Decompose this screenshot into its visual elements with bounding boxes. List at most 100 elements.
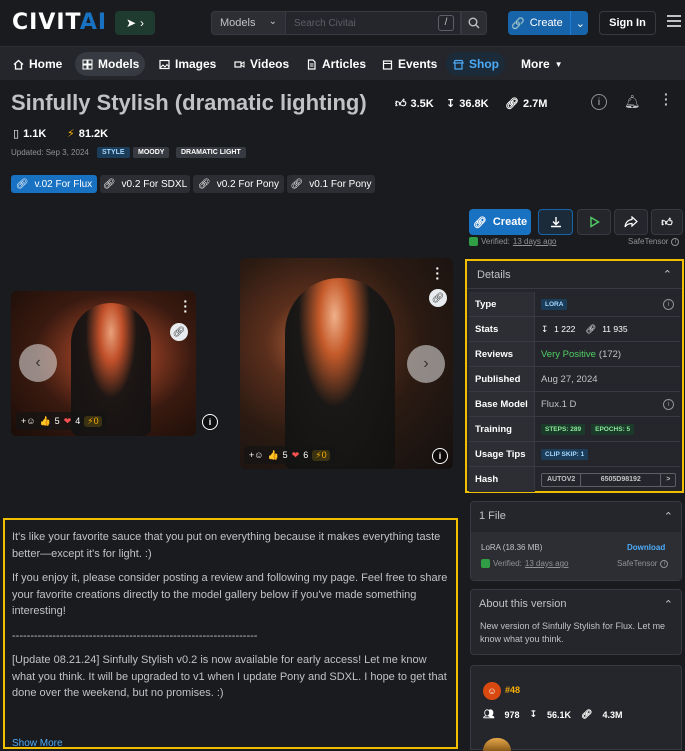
next-image-arrow-icon[interactable]: › [407, 345, 445, 383]
users-icon: 👥︎ [483, 709, 495, 719]
file-verified-date-link[interactable]: 13 days ago [525, 559, 569, 568]
nav-home[interactable]: Home [6, 52, 68, 76]
bell-plus-icon[interactable]: 🔔︎ [624, 94, 641, 110]
version-tab-sdxl[interactable]: 🔗︎ v0.2 For SDXL [100, 175, 190, 193]
download-button[interactable] [538, 209, 573, 235]
gallery-image-2[interactable]: · · · 🔗︎ › +☺ 👍 5 ❤ 6 ⚡︎0 i [240, 258, 453, 469]
share-icon [624, 216, 638, 228]
document-icon [305, 58, 317, 70]
link-icon: 🔗︎ [15, 178, 29, 190]
main-nav: Home Models Images Videos Articles Event… [0, 46, 685, 80]
thumbs-up-icon: 👍︎ [395, 98, 407, 110]
files-header[interactable]: 1 File ⌃ [471, 502, 681, 530]
bolt-icon: ⚡︎ [67, 128, 75, 140]
thumbs-up-icon: 👍 [39, 415, 51, 426]
heart-icon: ❤ [291, 449, 300, 460]
nav-models[interactable]: Models [75, 52, 146, 76]
avatar[interactable]: ☺ [483, 682, 501, 700]
version-tab-flux[interactable]: 🔗︎ v.02 For Flux [11, 175, 97, 193]
more-vertical-icon[interactable]: · · · [183, 294, 188, 318]
search-input[interactable]: Search Civitai / [286, 11, 461, 35]
link-icon: 🔗︎ [290, 178, 304, 190]
video-icon [233, 58, 245, 70]
tag-moody[interactable]: MOODY [133, 147, 170, 158]
show-more-link[interactable]: Show More [12, 736, 63, 747]
link-icon[interactable]: 🔗︎ [429, 289, 447, 307]
details-header[interactable]: Details ⌃ [467, 261, 682, 289]
link-icon: 🔗︎ [472, 216, 487, 229]
link-icon: 🔗︎ [581, 709, 593, 719]
info-icon[interactable]: i [591, 94, 607, 110]
more-vertical-icon[interactable]: · · · [664, 87, 669, 111]
nav-images[interactable]: Images [152, 52, 222, 76]
download-icon [550, 217, 561, 228]
play-button[interactable] [577, 209, 611, 235]
search-category-select[interactable]: Models ⌄ [211, 11, 286, 35]
collected-stat: ▯ 1.1K [13, 127, 47, 141]
details-panel: Details ⌃ Type LORA i Stats ↧ 1 222 🔗︎ 11 9… [465, 259, 684, 493]
sign-in-button[interactable]: Sign In [599, 11, 656, 35]
image-reactions[interactable]: +☺ 👍 5 ❤ 6 ⚡︎0 [244, 446, 335, 464]
calendar-icon [381, 58, 393, 70]
creator-badge-icon [483, 738, 511, 751]
more-vertical-icon[interactable]: · · · [435, 261, 440, 285]
link-icon: 🔗 [511, 17, 525, 30]
thumbs-up-icon: 👍 [267, 449, 279, 460]
about-version-text: New version of Sinfully Stylish for Flux… [480, 621, 666, 644]
file-download-link[interactable]: Download [627, 543, 665, 552]
create-with-model-button[interactable]: 🔗︎ Create [469, 209, 531, 235]
nav-articles[interactable]: Articles [299, 52, 372, 76]
nav-videos[interactable]: Videos [227, 52, 295, 76]
image-info-icon[interactable]: i [202, 414, 218, 430]
tag-dramatic-light[interactable]: DRAMATIC LIGHT [176, 147, 246, 158]
gallery-image-1[interactable]: · · · 🔗︎ ‹ +☺ 👍 5 ❤ 4 ⚡︎0 [11, 291, 196, 436]
about-version-header[interactable]: About this version ⌃ [471, 590, 681, 618]
link-icon[interactable]: 🔗︎ [170, 323, 188, 341]
shield-check-icon [481, 559, 490, 568]
hash-box[interactable]: AUTOV2 6505D98192 > [541, 472, 677, 487]
chevron-down-icon[interactable]: ⌄ [576, 17, 585, 30]
info-icon[interactable]: i [663, 398, 674, 410]
prev-image-arrow-icon[interactable]: ‹ [19, 344, 57, 382]
portrait-figure [285, 278, 395, 469]
image-info-icon[interactable]: i [432, 448, 448, 464]
search-button[interactable] [461, 11, 487, 35]
chevron-up-icon: ⌃ [663, 598, 673, 611]
creator-stats-panel: ☺ #48 👥︎ 978 ↧ 56.1K 🔗︎ 4.3M [470, 665, 682, 751]
details-row-usage-tips: Usage Tips CLIP SKIP: 1 [469, 442, 680, 467]
version-tab-pony-v01[interactable]: 🔗︎ v0.1 For Pony [287, 175, 375, 193]
image-reactions[interactable]: +☺ 👍 5 ❤ 4 ⚡︎0 [16, 412, 107, 430]
verified-date-link[interactable]: 13 days ago [513, 237, 557, 246]
model-description: It's like your favorite sauce that you p… [3, 518, 458, 749]
reviews-rating-link[interactable]: Very Positive [541, 349, 596, 360]
nav-shop[interactable]: Shop [446, 52, 505, 76]
search-icon [468, 17, 480, 29]
share-button[interactable] [614, 209, 648, 235]
verified-status: Verified: 13 days ago [469, 237, 557, 246]
shield-check-icon [469, 237, 478, 246]
chevron-up-icon: ⌃ [662, 269, 672, 281]
details-row-training: Training STEPS: 289 EPOCHS: 5 [469, 417, 680, 442]
civitai-logo[interactable]: CIVITAI [12, 10, 107, 35]
downloads-stat: ↧ 36.8K [446, 97, 489, 111]
like-button[interactable]: 👍︎ [651, 209, 683, 235]
buzz-tip[interactable]: ⚡︎0 [84, 415, 102, 427]
add-reaction-icon[interactable]: +☺ [21, 416, 35, 426]
nav-more[interactable]: More ▼ [515, 52, 569, 76]
tag-style[interactable]: STYLE [97, 147, 130, 158]
likes-stat: 👍︎ 3.5K [395, 97, 434, 111]
create-button[interactable]: 🔗 Create ⌄ [508, 11, 588, 35]
file-name: LoRA (18.36 MB) [481, 543, 543, 552]
version-tab-pony-v02[interactable]: 🔗︎ v0.2 For Pony [193, 175, 284, 193]
info-icon[interactable]: i [663, 298, 674, 310]
link-icon: 🔗︎ [102, 178, 116, 190]
hamburger-menu-icon[interactable] [667, 15, 681, 30]
promo-badge[interactable]: ➤ › [115, 11, 155, 35]
creator-rank: #48 [505, 685, 521, 695]
nav-events[interactable]: Events [375, 52, 443, 76]
search-shortcut-key: / [438, 15, 454, 31]
add-reaction-icon[interactable]: +☺ [249, 450, 263, 460]
details-row-base-model: Base Model Flux.1 Di [469, 392, 680, 417]
creator-stats-row: 👥︎ 978 ↧ 56.1K 🔗︎ 4.3M [483, 709, 623, 720]
buzz-tip[interactable]: ⚡︎0 [312, 449, 330, 461]
